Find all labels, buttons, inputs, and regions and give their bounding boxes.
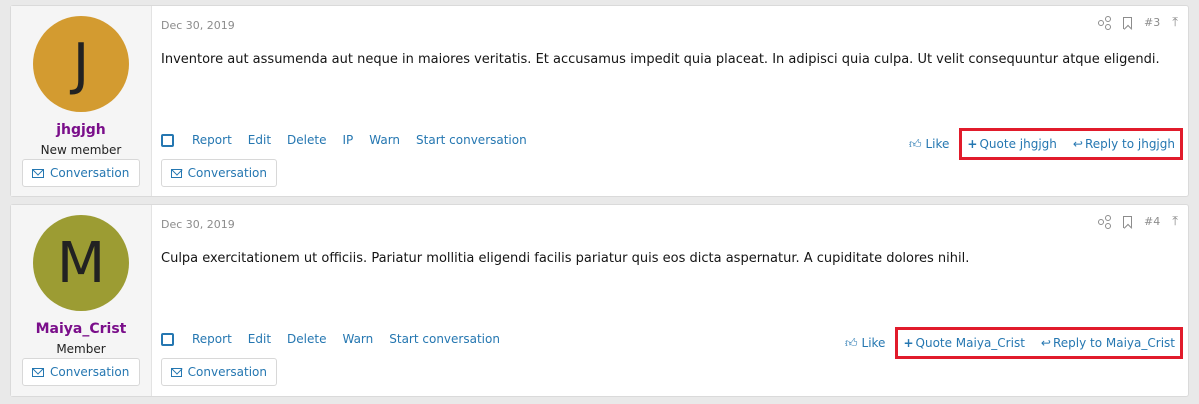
envelope-icon (171, 168, 182, 178)
envelope-icon (32, 168, 44, 178)
like-label: Like (925, 137, 950, 151)
user-title: Member (56, 342, 106, 356)
post-date[interactable]: Dec 30, 2019 (161, 19, 235, 32)
ip-link[interactable]: IP (342, 133, 353, 147)
start-conversation-link[interactable]: Start conversation (416, 133, 527, 147)
start-conversation-link[interactable]: Start conversation (389, 332, 500, 346)
conversation-button[interactable]: Conversation (22, 159, 140, 187)
post-number[interactable]: #4 (1144, 215, 1160, 228)
report-link[interactable]: Report (192, 133, 232, 147)
conversation-button[interactable]: Conversation (22, 358, 140, 386)
user-cell: M Maiya_Crist Member Conversation (11, 205, 152, 396)
username[interactable]: jhgjgh (11, 122, 151, 138)
bookmark-icon[interactable] (1123, 16, 1133, 29)
quote-label: Quote jhgjgh (979, 137, 1057, 151)
quote-reply-highlight: + Quote Maiya_Crist ↩ Reply to Maiya_Cri… (895, 327, 1183, 359)
quote-reply-highlight: + Quote jhgjgh ↩ Reply to jhgjgh (959, 128, 1183, 160)
post-actions-right: 👍︎ Like + Quote Maiya_Crist ↩ Reply to M… (845, 327, 1183, 359)
envelope-icon (32, 367, 44, 377)
delete-link[interactable]: Delete (287, 133, 326, 147)
reply-button[interactable]: ↩ Reply to Maiya_Crist (1041, 336, 1175, 350)
post-content: Culpa exercitationem ut officiis. Pariat… (161, 251, 970, 266)
user-title: New member (40, 143, 122, 157)
username[interactable]: Maiya_Crist (11, 321, 151, 337)
conversation-label: Conversation (50, 365, 130, 379)
conversation-label: Conversation (187, 365, 267, 379)
envelope-icon (171, 367, 182, 377)
like-button[interactable]: 👍︎ Like (845, 336, 885, 351)
post-number[interactable]: #3 (1144, 16, 1160, 29)
post-actions: Report Edit Delete Warn Start conversati… (161, 332, 516, 346)
post-date[interactable]: Dec 30, 2019 (161, 218, 235, 231)
reply-button[interactable]: ↩ Reply to jhgjgh (1073, 137, 1175, 151)
share-icon[interactable] (1098, 215, 1112, 229)
thumbs-up-icon: 👍︎ (908, 136, 922, 151)
reply-icon: ↩ (1040, 336, 1051, 350)
post-meta-icons: #3 ⤒ (1098, 16, 1178, 30)
avatar[interactable]: J (33, 16, 129, 112)
conversation-label: Conversation (187, 166, 267, 180)
post-3: J jhgjgh New member Conversation Dec 30,… (10, 5, 1189, 197)
post-4: M Maiya_Crist Member Conversation Dec 30… (10, 204, 1189, 397)
warn-link[interactable]: Warn (369, 133, 400, 147)
plus-icon: + (967, 137, 978, 151)
report-link[interactable]: Report (192, 332, 232, 346)
warn-link[interactable]: Warn (342, 332, 373, 346)
plus-icon: + (903, 336, 914, 350)
edit-link[interactable]: Edit (248, 133, 271, 147)
conversation-label: Conversation (50, 166, 130, 180)
reply-icon: ↩ (1072, 137, 1083, 151)
post-meta-icons: #4 ⤒ (1098, 215, 1178, 229)
quote-label: Quote Maiya_Crist (915, 336, 1025, 350)
select-checkbox[interactable] (161, 332, 174, 346)
thumbs-up-icon: 👍︎ (844, 335, 858, 350)
avatar[interactable]: M (33, 215, 129, 311)
quote-button[interactable]: + Quote Maiya_Crist (903, 336, 1024, 350)
delete-link[interactable]: Delete (287, 332, 326, 346)
edit-link[interactable]: Edit (248, 332, 271, 346)
post-actions: Report Edit Delete IP Warn Start convers… (161, 133, 543, 147)
like-button[interactable]: 👍︎ Like (909, 137, 949, 152)
like-label: Like (861, 336, 886, 350)
post-actions-right: 👍︎ Like + Quote jhgjgh ↩ Reply to jhgjgh (909, 128, 1183, 160)
conversation-button-main[interactable]: Conversation (161, 159, 277, 187)
user-cell: J jhgjgh New member Conversation (11, 6, 152, 196)
select-checkbox[interactable] (161, 133, 174, 147)
bookmark-icon[interactable] (1123, 215, 1133, 228)
arrow-to-top-icon[interactable]: ⤒ (1172, 215, 1178, 228)
post-content: Inventore aut assumenda aut neque in mai… (161, 52, 1160, 67)
share-icon[interactable] (1098, 16, 1112, 30)
conversation-button-main[interactable]: Conversation (161, 358, 277, 386)
reply-label: Reply to jhgjgh (1084, 137, 1175, 151)
reply-label: Reply to Maiya_Crist (1052, 336, 1175, 350)
arrow-to-top-icon[interactable]: ⤒ (1172, 16, 1178, 29)
quote-button[interactable]: + Quote jhgjgh (967, 137, 1056, 151)
